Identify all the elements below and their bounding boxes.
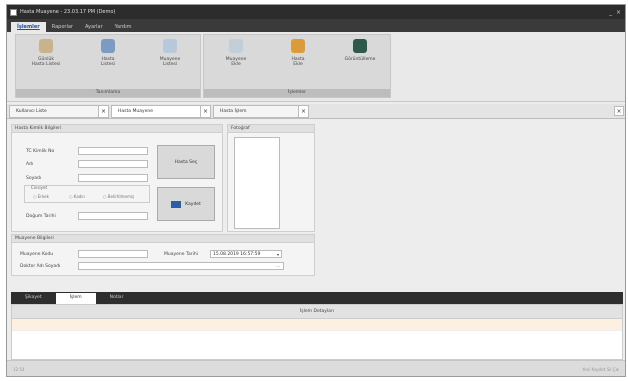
- menu-tabs: İşlemler Raporlar Ayarlar Yardım: [7, 19, 625, 32]
- grid-header: İşlem Detayları: [12, 305, 622, 319]
- tab-notlar[interactable]: Notlar: [96, 293, 138, 304]
- adi-input[interactable]: [78, 160, 148, 168]
- tab-raporlar[interactable]: Raporlar: [46, 22, 79, 32]
- photo-box[interactable]: [234, 137, 280, 229]
- save-icon: [171, 200, 182, 208]
- hasta-listesi-button[interactable]: Hasta Listesi: [80, 39, 136, 67]
- tc-label: TC Kimlik No: [26, 149, 55, 154]
- islem-detaylari-grid: İşlem Detayları: [11, 304, 623, 360]
- tab-islem[interactable]: İşlem: [55, 293, 96, 304]
- status-left: 12:54: [13, 367, 25, 372]
- doc-tab-kullanici-liste[interactable]: Kullanıcı Liste ×: [9, 104, 109, 118]
- title-bar: Hasta Muayene - 23.03.17 PM (Demo) _ ×: [7, 5, 625, 19]
- window-title: Hasta Muayene - 23.03.17 PM (Demo): [20, 9, 116, 15]
- cinsiyet-group: Cinsiyet ○ Erkek ○ Kadın ○ Belirtilmemiş: [24, 185, 150, 203]
- muayene-tarihi-label: Muayene Tarihi: [164, 252, 198, 257]
- muayene-kodu-label: Muayene Kodu: [20, 252, 54, 257]
- app-icon: [10, 8, 17, 16]
- soyadi-input[interactable]: [78, 174, 148, 182]
- radio-kadin[interactable]: ○ Kadın: [69, 194, 85, 199]
- monitor-icon: [353, 39, 367, 53]
- tab-yardim[interactable]: Yardım: [109, 22, 138, 32]
- list-icon: [39, 39, 53, 53]
- dogum-tarihi-label: Doğum Tarihi: [26, 214, 56, 219]
- user-icon: [101, 39, 115, 53]
- group-label-tanimlama: Tanımlama: [16, 89, 200, 97]
- ribbon-group-tanimlama: Günlük Hasta Listesi Hasta Listesi Muaye…: [15, 34, 201, 98]
- close-icon[interactable]: ×: [200, 105, 210, 117]
- ribbon-group-islemler: Muayene Ekle Hasta Ekle Görüntülleme İşl…: [203, 34, 391, 98]
- muayene-listesi-button[interactable]: Muayene Listesi: [142, 39, 198, 67]
- kaydet-button[interactable]: Kaydet: [157, 187, 215, 221]
- stethoscope-icon: [229, 39, 243, 53]
- minimize-button[interactable]: _ ×: [609, 9, 621, 16]
- radio-erkek[interactable]: ○ Erkek: [33, 194, 49, 199]
- radio-belirtilmemis[interactable]: ○ Belirtilmemiş: [103, 194, 134, 199]
- add-user-icon: [291, 39, 305, 53]
- fotograf-panel: Fotoğraf: [227, 124, 315, 232]
- bottom-tabs: Şikayet İşlem Notlar: [11, 292, 623, 304]
- app-window: Hasta Muayene - 23.03.17 PM (Demo) _ × İ…: [6, 4, 626, 377]
- dropdown-icon[interactable]: ▾: [277, 251, 279, 258]
- close-all-button[interactable]: ×: [614, 106, 624, 116]
- ribbon: Günlük Hasta Listesi Hasta Listesi Muaye…: [7, 32, 625, 102]
- soyadi-label: Soyadı: [26, 176, 42, 181]
- muayene-panel: Muayene Bilgileri Muayene Kodu Muayene T…: [11, 234, 315, 276]
- tab-ayarlar[interactable]: Ayarlar: [79, 22, 109, 32]
- tc-input[interactable]: [78, 147, 148, 155]
- muayene-ekle-button[interactable]: Muayene Ekle: [208, 39, 264, 67]
- hasta-kimlik-panel: Hasta Kimlik Bilgileri TC Kimlik No Adı …: [11, 124, 223, 232]
- close-icon[interactable]: ×: [298, 105, 308, 117]
- muayene-kodu-input[interactable]: [78, 250, 148, 258]
- muayene-tarihi-input[interactable]: 15.08.2019 16:57:59 ▾: [210, 250, 282, 258]
- doktor-label: Doktor Adı Soyadı: [20, 264, 61, 269]
- document-icon: [163, 39, 177, 53]
- doktor-input[interactable]: …: [78, 262, 284, 270]
- tab-sikayet[interactable]: Şikayet: [11, 293, 56, 304]
- adi-label: Adı: [26, 162, 34, 167]
- gunluk-hasta-listesi-button[interactable]: Günlük Hasta Listesi: [18, 39, 74, 67]
- document-tabs: Kullanıcı Liste × Hasta Muayene × Hasta …: [7, 104, 625, 119]
- hasta-ekle-button[interactable]: Hasta Ekle: [270, 39, 326, 67]
- group-label-islemler: İşlemler: [204, 89, 390, 97]
- doc-tab-hasta-muayene[interactable]: Hasta Muayene ×: [111, 104, 211, 118]
- close-icon[interactable]: ×: [98, 105, 108, 117]
- table-row[interactable]: [12, 319, 622, 331]
- panel-title: Muayene Bilgileri: [12, 235, 314, 243]
- dogum-tarihi-input[interactable]: [78, 212, 148, 220]
- hasta-sec-button[interactable]: Hasta Seç: [157, 145, 215, 179]
- status-bar: 12:54 Yeni Kaydet Sil Çık: [7, 360, 625, 376]
- ellipsis-icon[interactable]: …: [276, 263, 280, 268]
- status-right: Yeni Kaydet Sil Çık: [582, 367, 619, 372]
- panel-title: Hasta Kimlik Bilgileri: [12, 125, 222, 133]
- tab-islemler[interactable]: İşlemler: [11, 22, 46, 32]
- panel-title: Fotoğraf: [228, 125, 314, 133]
- doc-tab-hasta-islem[interactable]: Hasta İşlem ×: [213, 104, 309, 118]
- goruntuleme-button[interactable]: Görüntülleme: [332, 39, 388, 62]
